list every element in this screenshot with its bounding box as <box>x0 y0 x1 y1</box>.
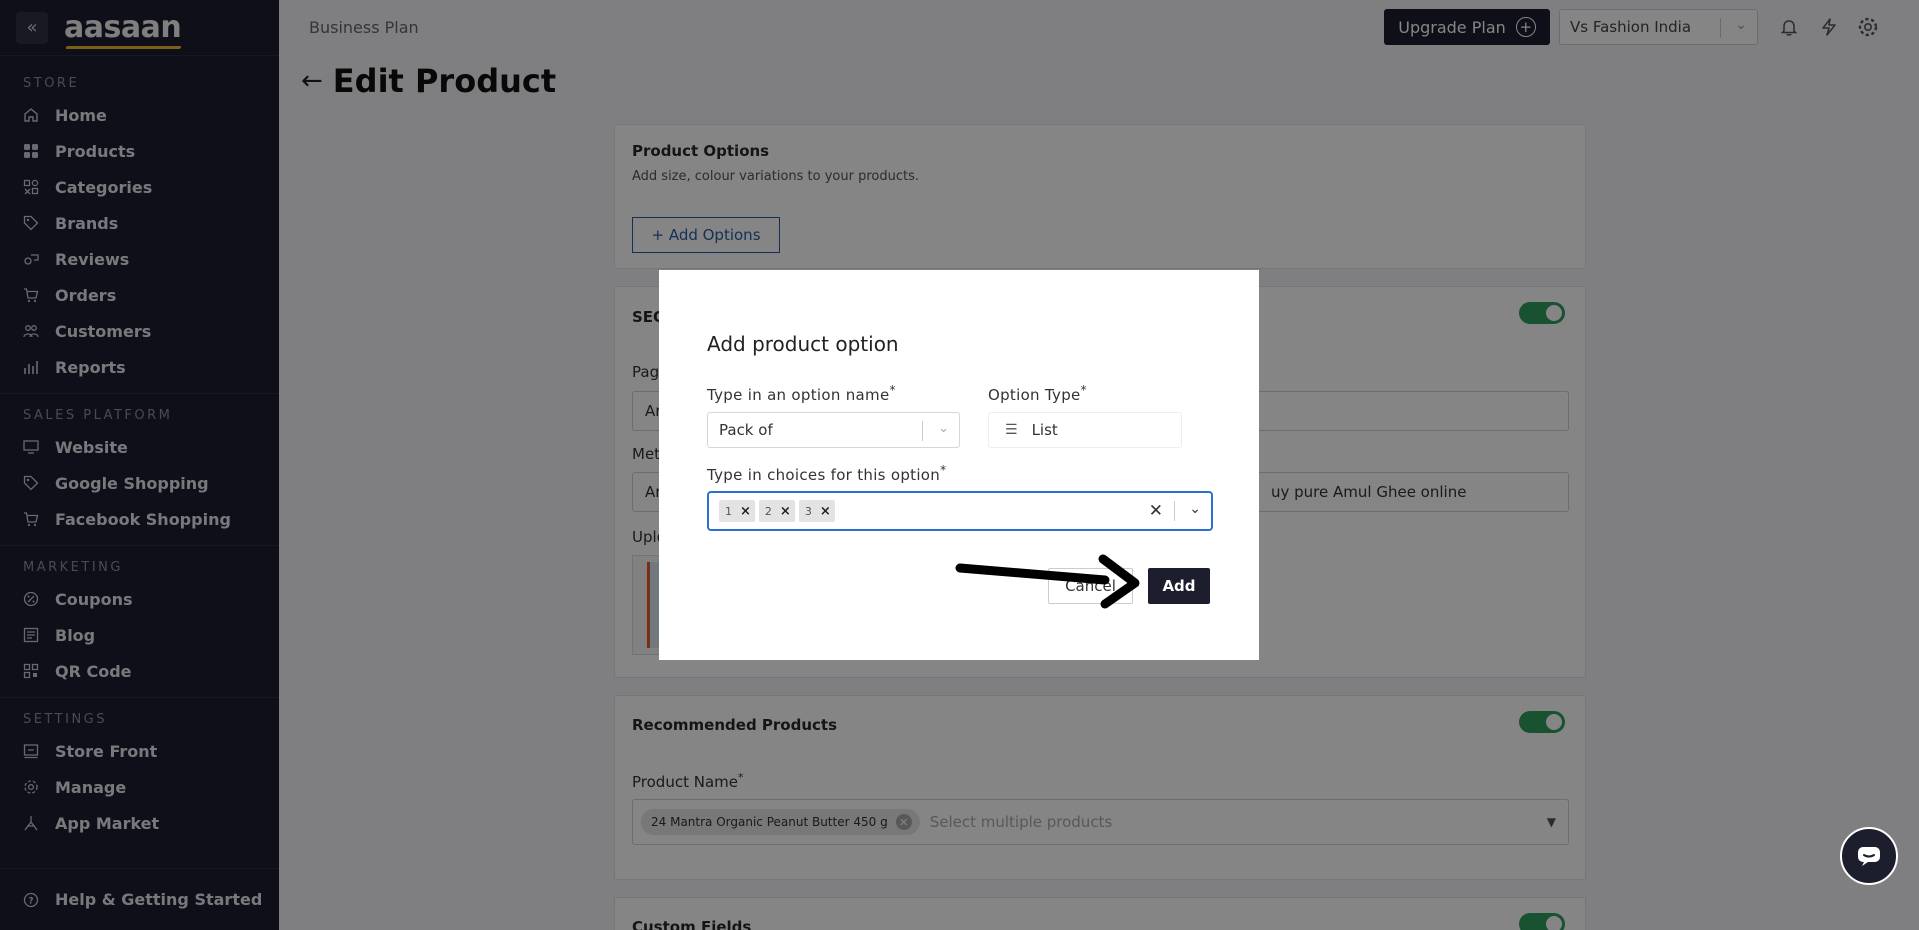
option-type-value: List <box>1031 421 1058 439</box>
modal-title: Add product option <box>707 332 899 356</box>
clear-all-icon[interactable]: ✕ <box>1149 501 1163 521</box>
annotation-arrow-icon <box>955 554 1140 609</box>
option-type-select[interactable]: ☰ List <box>988 412 1182 448</box>
list-icon: ☰ <box>1005 422 1018 438</box>
choice-chip: 3 × <box>798 500 835 522</box>
choice-chip: 1 × <box>719 500 755 522</box>
choices-label: Type in choices for this option* <box>707 463 947 484</box>
choice-chip: 2 × <box>758 500 795 522</box>
option-type-label: Option Type* <box>988 383 1087 404</box>
select-separator <box>1174 501 1175 521</box>
option-name-select[interactable]: Pack of ⌄ <box>707 412 960 448</box>
chevron-down-icon[interactable]: ⌄ <box>1189 501 1201 517</box>
option-name-label: Type in an option name* <box>707 383 896 404</box>
remove-choice-icon[interactable]: × <box>820 504 831 519</box>
remove-choice-icon[interactable]: × <box>780 504 791 519</box>
add-button[interactable]: Add <box>1148 568 1210 604</box>
select-separator <box>922 421 923 441</box>
option-name-value: Pack of <box>719 421 773 439</box>
chevron-down-icon[interactable]: ⌄ <box>938 421 949 436</box>
chat-button[interactable] <box>1840 827 1898 885</box>
remove-choice-icon[interactable]: × <box>740 504 751 519</box>
choices-multiselect-input[interactable]: 1 × 2 × 3 × ✕ ⌄ <box>707 491 1213 531</box>
chat-bubble-icon <box>1858 847 1880 866</box>
